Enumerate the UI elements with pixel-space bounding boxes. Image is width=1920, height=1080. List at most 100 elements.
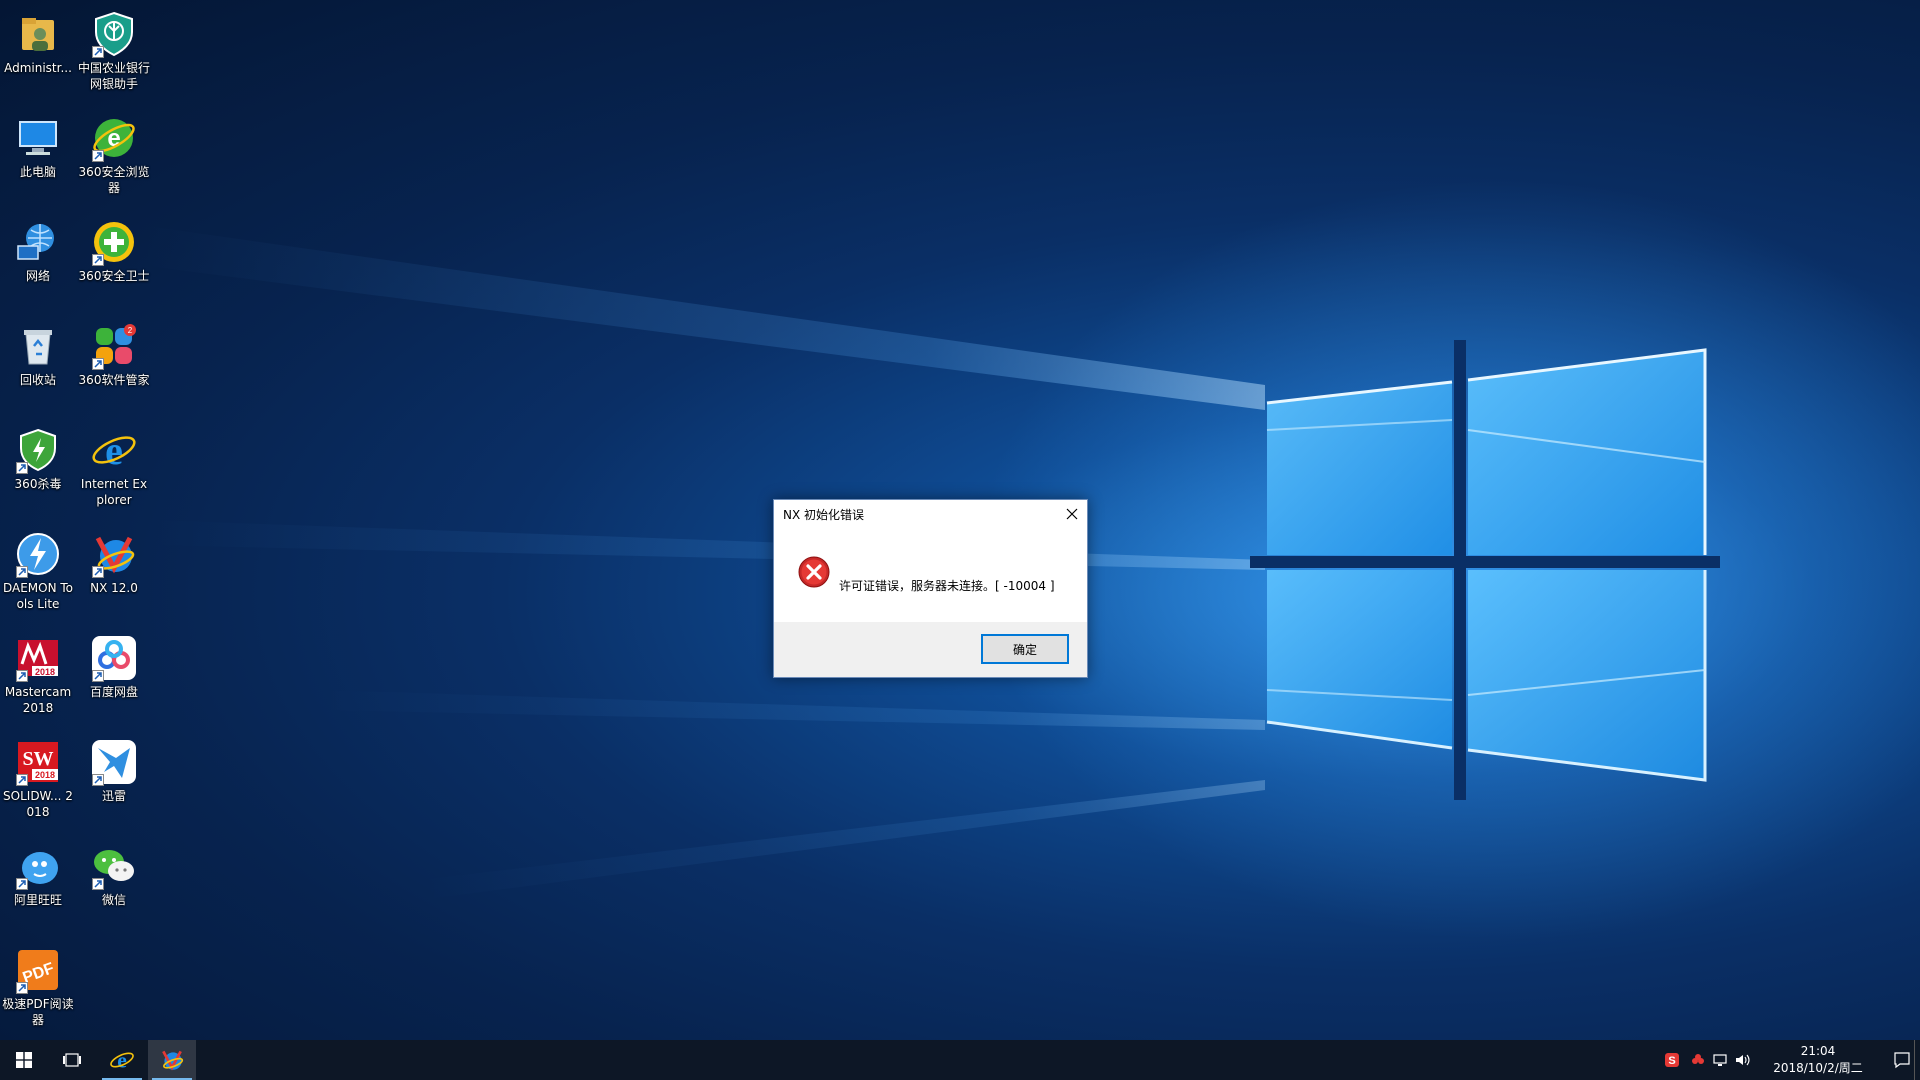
desktop-icon-label: 中国农业银行网银助手 xyxy=(78,61,151,91)
start-button[interactable] xyxy=(0,1040,48,1080)
clock-date: 2018/10/2/周二 xyxy=(1773,1061,1863,1075)
desktop-icon-360-software-manager[interactable]: 2 360软件管家 xyxy=(76,316,152,388)
wechat-icon xyxy=(90,842,138,890)
desktop-icon-label: Internet Explorer xyxy=(80,477,148,507)
shortcut-arrow-icon xyxy=(16,878,28,890)
desktop-icon-nx[interactable]: NX 12.0 xyxy=(76,524,152,596)
desktop-icon-xunlei[interactable]: 迅雷 xyxy=(76,732,152,804)
taskbar: e S 21:04 2018/10/2/周二 xyxy=(0,1040,1920,1080)
clock-time: 21:04 xyxy=(1800,1044,1836,1058)
dialog-titlebar[interactable]: NX 初始化错误 xyxy=(774,500,1087,528)
action-center-icon[interactable] xyxy=(1892,1050,1912,1070)
dialog-title: NX 初始化错误 xyxy=(783,508,865,522)
desktop-icon-administrator[interactable]: Administr... xyxy=(0,4,76,76)
aliwangwang-icon xyxy=(14,842,62,890)
desktop-icon-network[interactable]: 网络 xyxy=(0,212,76,284)
task-view-icon xyxy=(63,1053,81,1067)
360-security-icon xyxy=(90,218,138,266)
desktop-icon-label: 360安全卫士 xyxy=(78,269,150,283)
360-software-manager-icon: 2 xyxy=(90,322,138,370)
baidu-netdisk-icon xyxy=(90,634,138,682)
shortcut-arrow-icon xyxy=(16,566,28,578)
taskbar-clock[interactable]: 21:04 2018/10/2/周二 xyxy=(1772,1043,1864,1077)
desktop-icon-wechat[interactable]: 微信 xyxy=(76,836,152,908)
shortcut-arrow-icon xyxy=(92,774,104,786)
dialog-footer: 确定 xyxy=(774,622,1087,677)
svg-text:2018: 2018 xyxy=(35,770,55,780)
nx-icon xyxy=(90,530,138,578)
svg-text:SW: SW xyxy=(22,748,53,770)
desktop-icon-label: 360软件管家 xyxy=(78,373,150,387)
desktop-icon-label: DAEMON Tools Lite xyxy=(2,581,74,611)
desktop-icon-baidu-netdisk[interactable]: 百度网盘 xyxy=(76,628,152,700)
taskbar-nx[interactable] xyxy=(148,1040,196,1080)
shortcut-arrow-icon xyxy=(16,670,28,682)
internet-explorer-icon: e xyxy=(110,1049,134,1073)
close-button[interactable] xyxy=(1057,500,1087,528)
shortcut-arrow-icon xyxy=(92,878,104,890)
shortcut-arrow-icon xyxy=(92,150,104,162)
desktop-icon-aliwangwang[interactable]: 阿里旺旺 xyxy=(0,836,76,908)
desktop-icon-label: 此电脑 xyxy=(19,165,56,179)
svg-text:e: e xyxy=(105,428,123,473)
desktop-icon-label: 迅雷 xyxy=(101,789,126,803)
volume-icon[interactable] xyxy=(1734,1052,1750,1068)
shortcut-arrow-icon xyxy=(92,670,104,682)
svg-text:S: S xyxy=(1668,1055,1675,1067)
internet-explorer-icon: e xyxy=(90,426,138,474)
shortcut-arrow-icon xyxy=(92,358,104,370)
desktop-icon-label: Mastercam 2018 xyxy=(4,685,72,715)
desktop-icon-internet-explorer[interactable]: e Internet Explorer xyxy=(76,420,152,508)
system-tray: S 21:04 2018/10/2/周二 xyxy=(1660,1040,1920,1080)
error-dialog: NX 初始化错误 许可证错误，服务器未连接。[ -10004 ] 确定 xyxy=(773,499,1088,678)
desktop-icon-label: NX 12.0 xyxy=(90,581,138,595)
360-browser-icon: e xyxy=(90,114,138,162)
desktop-icon-label: 极速PDF阅读器 xyxy=(2,997,74,1027)
abc-bank-icon xyxy=(90,10,138,58)
shortcut-arrow-icon xyxy=(16,982,28,994)
computer-icon xyxy=(14,114,62,162)
dialog-message: 许可证错误，服务器未连接。[ -10004 ] xyxy=(839,579,1055,593)
shortcut-arrow-icon xyxy=(16,774,28,786)
desktop-icon-label: 360安全浏览器 xyxy=(78,165,150,195)
desktop-icon-360-antivirus[interactable]: 360杀毒 xyxy=(0,420,76,492)
desktop-icon-pdf-reader[interactable]: PDF 极速PDF阅读器 xyxy=(0,940,76,1028)
network-icon xyxy=(14,218,62,266)
desktop-icon-label: 360杀毒 xyxy=(14,477,62,491)
nx-icon xyxy=(162,1050,184,1071)
desktop-icon-solidworks[interactable]: SW 2018 SOLIDW... 2018 xyxy=(0,732,76,820)
desktop-icon-recycle-bin[interactable]: 回收站 xyxy=(0,316,76,388)
error-icon xyxy=(798,556,830,588)
svg-text:2018: 2018 xyxy=(35,667,55,677)
desktop-icon-360-browser[interactable]: e 360安全浏览器 xyxy=(76,108,152,196)
svg-text:e: e xyxy=(117,1049,127,1073)
mastercam-icon: 2018 xyxy=(14,634,62,682)
desktop-icon-label: 百度网盘 xyxy=(89,685,138,699)
windows-logo-icon xyxy=(16,1052,32,1068)
sogou-input-icon[interactable]: S xyxy=(1664,1052,1680,1068)
shortcut-arrow-icon xyxy=(16,462,28,474)
show-desktop-button[interactable] xyxy=(1914,1040,1920,1080)
360-antivirus-icon xyxy=(14,426,62,474)
desktop-icon-360-security[interactable]: 360安全卫士 xyxy=(76,212,152,284)
desktop-icon-label: 微信 xyxy=(101,893,126,907)
taskbar-internet-explorer[interactable]: e xyxy=(98,1040,146,1080)
desktop-icon-label: SOLIDW... 2018 xyxy=(3,789,73,819)
desktop-icon-daemon-tools[interactable]: DAEMON Tools Lite xyxy=(0,524,76,612)
notification-badge: 2 xyxy=(128,326,133,335)
recycle-bin-icon xyxy=(14,322,62,370)
tray-app-icon[interactable] xyxy=(1690,1052,1706,1068)
solidworks-icon: SW 2018 xyxy=(14,738,62,786)
network-status-icon[interactable] xyxy=(1712,1052,1728,1068)
shortcut-arrow-icon xyxy=(92,566,104,578)
desktop-icon-this-pc[interactable]: 此电脑 xyxy=(0,108,76,180)
desktop-icon-label: 网络 xyxy=(25,269,50,283)
desktop-icon-label: 阿里旺旺 xyxy=(13,893,62,907)
pdf-reader-icon: PDF xyxy=(14,946,62,994)
desktop-icon-mastercam[interactable]: 2018 Mastercam 2018 xyxy=(0,628,76,716)
ok-button[interactable]: 确定 xyxy=(981,634,1069,664)
task-view-button[interactable] xyxy=(48,1040,96,1080)
desktop-icon-abc-bank[interactable]: 中国农业银行网银助手 xyxy=(76,4,152,92)
dialog-body: 许可证错误，服务器未连接。[ -10004 ] xyxy=(774,528,1087,622)
xunlei-icon xyxy=(90,738,138,786)
